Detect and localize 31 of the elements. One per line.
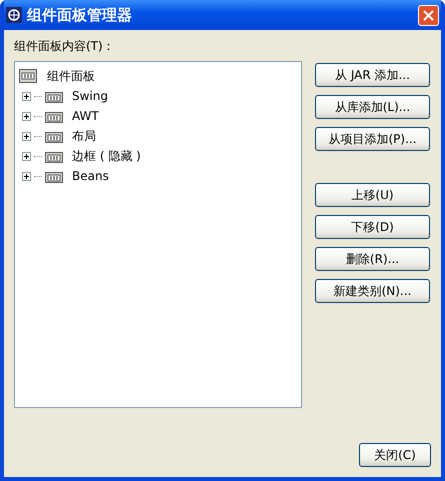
palette-icon <box>45 109 63 123</box>
window-title: 组件面板管理器 <box>27 6 133 24</box>
close-dialog-button[interactable]: 关闭(C) <box>359 443 431 467</box>
expand-toggle[interactable] <box>22 112 31 120</box>
tree-node[interactable]: 布局 <box>72 128 96 144</box>
tree-node[interactable]: Swing <box>72 89 108 103</box>
app-icon <box>6 7 22 23</box>
tree-node[interactable]: 边框 ( 隐藏 ) <box>72 148 141 164</box>
palette-tree[interactable]: 组件面板 Swing AWT 布局 边框 ( 隐藏 ) Beans <box>14 61 302 408</box>
action-button[interactable]: 删除(R)... <box>315 247 430 271</box>
palette-icon <box>19 69 37 83</box>
expand-toggle[interactable] <box>22 132 31 140</box>
tree-node[interactable]: AWT <box>72 109 99 123</box>
tree-node[interactable]: Beans <box>72 169 109 183</box>
action-button[interactable]: 上移(U) <box>315 183 430 207</box>
palette-icon <box>45 169 63 183</box>
palette-icon <box>45 149 63 163</box>
close-icon <box>423 10 434 20</box>
action-button[interactable]: 从 JAR 添加... <box>315 63 430 87</box>
tree-node[interactable]: 组件面板 <box>47 68 95 84</box>
expand-toggle[interactable] <box>22 152 31 160</box>
action-button[interactable]: 新建类别(N)... <box>315 279 430 303</box>
action-button[interactable]: 下移(D) <box>315 215 430 239</box>
tree-label: 组件面板内容(T)： <box>14 38 116 55</box>
action-button[interactable]: 从项目添加(P)... <box>315 127 430 151</box>
expand-toggle[interactable] <box>22 92 31 100</box>
action-button[interactable]: 从库添加(L)... <box>315 95 430 119</box>
close-button[interactable] <box>418 4 439 26</box>
palette-icon <box>45 129 63 143</box>
expand-toggle[interactable] <box>22 172 31 180</box>
palette-icon <box>45 89 63 103</box>
